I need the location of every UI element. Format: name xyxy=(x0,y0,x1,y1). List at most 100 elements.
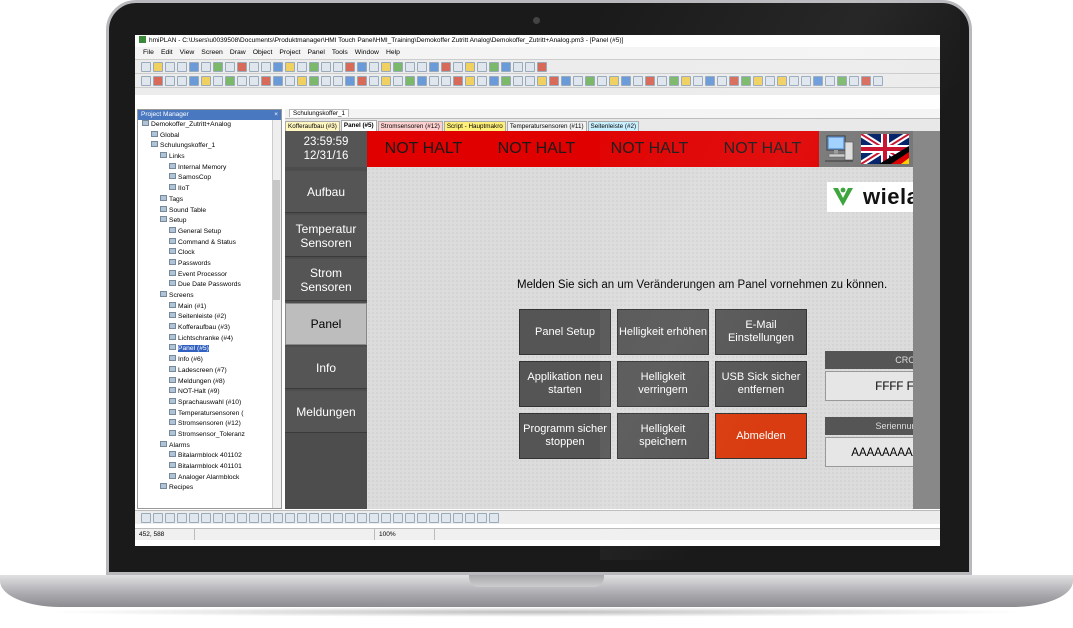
toolbar-button[interactable] xyxy=(549,75,559,86)
nav-button-3[interactable]: Panel xyxy=(285,303,367,345)
canvas-scrollbar[interactable] xyxy=(913,131,940,509)
menu-item-project[interactable]: Project xyxy=(279,49,300,56)
screen-tab[interactable]: Script - Hauptmakro xyxy=(443,121,506,131)
tree-item[interactable]: Tags xyxy=(138,194,281,206)
toolbar-button[interactable] xyxy=(381,61,391,72)
panel-button-4[interactable]: Helligkeit verringern xyxy=(617,361,709,407)
tree-scrollbar[interactable] xyxy=(272,120,281,508)
tree-item[interactable]: Due Date Passwords xyxy=(138,280,281,291)
toolbar-button[interactable] xyxy=(645,75,655,86)
toolbar-button[interactable] xyxy=(873,75,883,86)
toolbar-button[interactable] xyxy=(345,75,355,86)
toolbar-button[interactable] xyxy=(369,75,379,86)
draw-tool-button[interactable] xyxy=(285,512,295,523)
panel-button-7[interactable]: Helligkeit speichern xyxy=(617,413,709,459)
menu-item-file[interactable]: File xyxy=(143,49,154,56)
tree-item[interactable]: Stromsensoren (#12) xyxy=(138,419,281,430)
toolbar-button[interactable] xyxy=(465,61,475,72)
toolbar-button[interactable] xyxy=(633,75,643,86)
draw-tool-button[interactable] xyxy=(237,512,247,523)
draw-tool-button[interactable] xyxy=(369,512,379,523)
toolbar-button[interactable] xyxy=(525,61,535,72)
toolbar-button[interactable] xyxy=(261,61,271,72)
draw-tool-button[interactable] xyxy=(297,512,307,523)
computer-network-icon[interactable] xyxy=(823,134,855,164)
toolbar-button[interactable] xyxy=(513,61,523,72)
menu-item-tools[interactable]: Tools xyxy=(332,49,348,56)
toolbar-button[interactable] xyxy=(585,75,595,86)
toolbar-button[interactable] xyxy=(249,61,259,72)
toolbar-button[interactable] xyxy=(501,61,511,72)
toolbar-button[interactable] xyxy=(153,75,163,86)
draw-tool-button[interactable] xyxy=(141,512,151,523)
toolbar-button[interactable] xyxy=(441,75,451,86)
tree-item[interactable]: Stromsensor_Toleranz xyxy=(138,429,281,441)
toolbar-button[interactable] xyxy=(669,75,679,86)
toolbar-button[interactable] xyxy=(225,75,235,86)
draw-tool-button[interactable] xyxy=(441,512,451,523)
toolbar-button[interactable] xyxy=(417,75,427,86)
tree-item[interactable]: Meldungen (#8) xyxy=(138,376,281,388)
toolbar-button[interactable] xyxy=(777,75,787,86)
panel-button-1[interactable]: Helligkeit erhöhen xyxy=(617,309,709,355)
toolbar-button[interactable] xyxy=(333,61,343,72)
toolbar-button[interactable] xyxy=(621,75,631,86)
draw-tool-button[interactable] xyxy=(417,512,427,523)
toolbar-button[interactable] xyxy=(741,75,751,86)
toolbar-button[interactable] xyxy=(201,75,211,86)
toolbar-button[interactable] xyxy=(729,75,739,86)
toolbar-button[interactable] xyxy=(273,75,283,86)
tree-item[interactable]: Screens xyxy=(138,291,281,302)
draw-tool-button[interactable] xyxy=(213,512,223,523)
toolbar-button[interactable] xyxy=(189,75,199,86)
toolbar-button[interactable] xyxy=(321,61,331,72)
draw-tool-button[interactable] xyxy=(153,512,163,523)
draw-tool-button[interactable] xyxy=(477,512,487,523)
toolbar-button[interactable] xyxy=(801,75,811,86)
draw-tool-button[interactable] xyxy=(201,512,211,523)
draw-tool-button[interactable] xyxy=(249,512,259,523)
panel-button-3[interactable]: Applikation neu starten xyxy=(519,361,611,407)
toolbar-button[interactable] xyxy=(477,75,487,86)
toolbar-button[interactable] xyxy=(453,75,463,86)
toolbar-button[interactable] xyxy=(705,75,715,86)
draw-tool-button[interactable] xyxy=(321,512,331,523)
toolbar-button[interactable] xyxy=(441,61,451,72)
toolbar-button[interactable] xyxy=(597,75,607,86)
toolbar-button[interactable] xyxy=(369,61,379,72)
draw-tool-button[interactable] xyxy=(261,512,271,523)
screen-tab[interactable]: Seitenleiste (#2) xyxy=(587,121,640,131)
toolbar-button[interactable] xyxy=(261,75,271,86)
toolbar-button[interactable] xyxy=(381,75,391,86)
screen-tab[interactable]: Stromsensoren (#12) xyxy=(377,121,443,131)
toolbar-button[interactable] xyxy=(489,75,499,86)
tree-item[interactable]: Internal Memory xyxy=(138,162,281,174)
draw-tool-button[interactable] xyxy=(489,512,499,523)
menu-item-view[interactable]: View xyxy=(180,49,195,56)
menu-item-window[interactable]: Window xyxy=(355,49,379,56)
toolbar-button[interactable] xyxy=(357,75,367,86)
toolbar-button[interactable] xyxy=(393,61,403,72)
tree-item[interactable]: NOT-Halt (#9) xyxy=(138,387,281,398)
draw-tool-button[interactable] xyxy=(333,512,343,523)
toolbar-button[interactable] xyxy=(849,75,859,86)
tree-item[interactable]: Sprachauswahl (#10) xyxy=(138,397,281,409)
tree-item[interactable]: General Setup xyxy=(138,226,281,238)
toolbar-button[interactable] xyxy=(405,75,415,86)
toolbar-button[interactable] xyxy=(165,75,175,86)
toolbar-button[interactable] xyxy=(825,75,835,86)
toolbar-button[interactable] xyxy=(333,75,343,86)
draw-tool-button[interactable] xyxy=(465,512,475,523)
toolbar-button[interactable] xyxy=(141,61,151,72)
toolbar-button[interactable] xyxy=(297,61,307,72)
toolbar-button[interactable] xyxy=(837,75,847,86)
toolbar-button[interactable] xyxy=(177,61,187,72)
menu-item-edit[interactable]: Edit xyxy=(161,49,173,56)
toolbar-button[interactable] xyxy=(525,75,535,86)
draw-tool-button[interactable] xyxy=(273,512,283,523)
tree-item[interactable]: Passwords xyxy=(138,258,281,270)
menu-item-object[interactable]: Object xyxy=(253,49,273,56)
toolbar-button[interactable] xyxy=(753,75,763,86)
close-icon[interactable]: × xyxy=(274,110,281,120)
draw-tool-button[interactable] xyxy=(309,512,319,523)
